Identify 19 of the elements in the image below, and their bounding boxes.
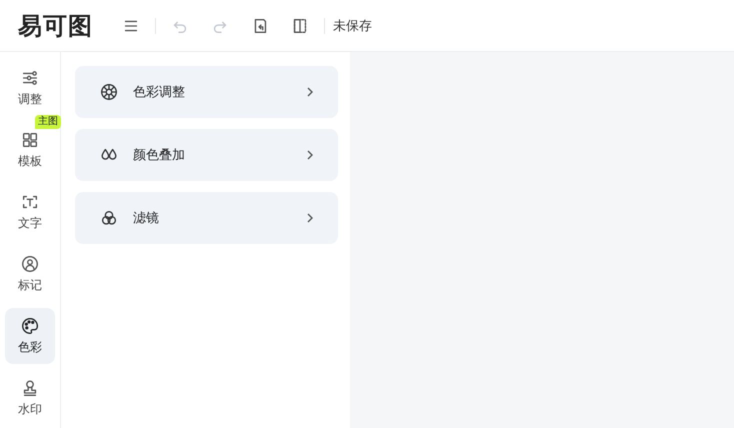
- save-status: 未保存: [333, 16, 372, 34]
- grid-icon: [20, 130, 40, 150]
- logo: 易可图: [18, 12, 93, 42]
- palette-icon: [20, 316, 40, 336]
- chevron-icon: [306, 150, 314, 160]
- sidebar-item[interactable]: 文字: [5, 184, 55, 240]
- badge: 主图: [35, 115, 61, 129]
- panel-item[interactable]: 色彩调整: [75, 66, 338, 118]
- panel-item[interactable]: 颜色叠加: [75, 129, 338, 181]
- panel-item[interactable]: 滤镜: [75, 192, 338, 244]
- sidebar-item[interactable]: 色彩: [5, 308, 55, 364]
- chevron-icon: [306, 87, 314, 97]
- sidebar-item[interactable]: 水印: [5, 370, 55, 426]
- sidebar-item[interactable]: 标记: [5, 246, 55, 302]
- sidebar-item[interactable]: 调整: [5, 60, 55, 116]
- sliders-icon: [20, 68, 40, 88]
- wheel-icon: [99, 82, 119, 102]
- person-icon: [20, 254, 40, 274]
- chevron-icon: [306, 213, 314, 223]
